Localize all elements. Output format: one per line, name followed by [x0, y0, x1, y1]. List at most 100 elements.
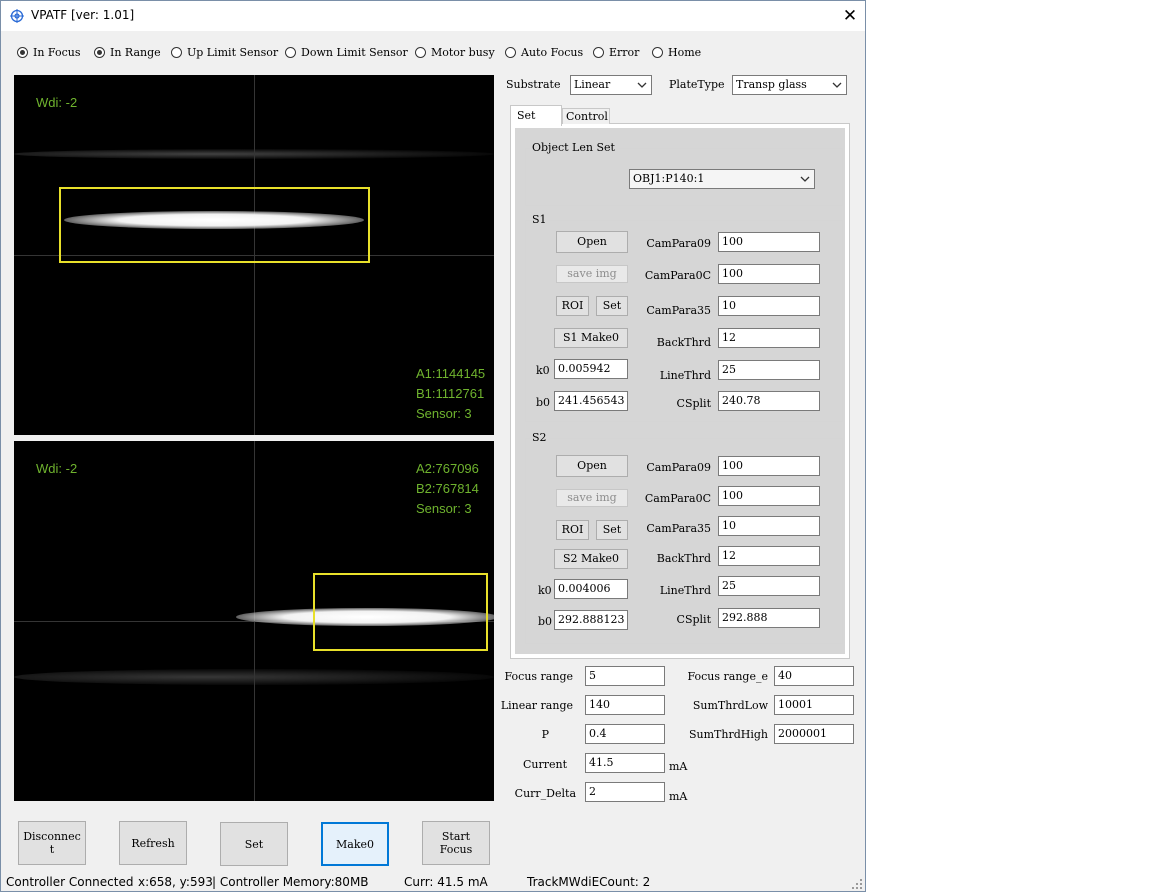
- radio-up-limit-sensor[interactable]: Up Limit Sensor: [171, 44, 278, 60]
- s1-backthrd-input[interactable]: 12: [718, 328, 820, 348]
- s2-title: S2: [530, 431, 549, 444]
- radio-label: Error: [609, 45, 640, 59]
- radio-label: In Range: [110, 45, 161, 59]
- tab-set[interactable]: Set: [510, 105, 562, 126]
- radio-label: Home: [668, 45, 702, 59]
- s1-campara0c-label: CamPara0C: [644, 269, 711, 282]
- radio-error[interactable]: Error: [593, 44, 639, 60]
- platetype-value: Transp glass: [736, 78, 807, 91]
- make0-button[interactable]: Make0: [321, 822, 389, 866]
- current-label: Current: [522, 758, 567, 771]
- disconnect-button[interactable]: Disconnect: [18, 821, 86, 865]
- s1-roi-button[interactable]: ROI: [556, 296, 589, 316]
- platetype-label: PlateType: [669, 78, 725, 91]
- refresh-label: Refresh: [131, 836, 175, 850]
- s2-save-img-button[interactable]: save img: [556, 489, 628, 507]
- set-label: Set: [244, 837, 264, 851]
- radio-in-range[interactable]: In Range: [94, 44, 161, 60]
- radio-home[interactable]: Home: [652, 44, 701, 60]
- s2-backthrd-input[interactable]: 12: [718, 546, 820, 566]
- s1-csplit-label: CSplit: [676, 397, 711, 410]
- focus-range-input[interactable]: 5: [585, 666, 665, 686]
- sumthrdhigh-input[interactable]: 2000001: [774, 724, 854, 744]
- roi-box[interactable]: [59, 187, 370, 263]
- s2-campara0c-input[interactable]: 100: [718, 486, 820, 506]
- s1-csplit-input[interactable]: 240.78: [718, 391, 820, 411]
- substrate-select[interactable]: Linear: [570, 75, 652, 95]
- s1-set-button[interactable]: Set: [596, 296, 628, 316]
- sensor-value: Sensor: 3: [416, 406, 472, 421]
- start-focus-label: Start Focus: [439, 830, 473, 856]
- close-icon[interactable]: ✕: [835, 1, 865, 31]
- camera-view-s1[interactable]: Wdi: -2 A1:1144145 B1:1112761 Sensor: 3: [14, 75, 494, 435]
- linear-range-input[interactable]: 140: [585, 695, 665, 715]
- s2-k0-input[interactable]: 0.004006: [554, 579, 628, 599]
- s1-k0-input[interactable]: 0.005942: [554, 359, 628, 379]
- s1-campara0c-input[interactable]: 100: [718, 264, 820, 284]
- s2-open-button[interactable]: Open: [556, 455, 628, 477]
- platetype-select[interactable]: Transp glass: [732, 75, 847, 95]
- tab-control[interactable]: Control: [562, 108, 610, 124]
- s2-roi-button[interactable]: ROI: [556, 520, 589, 540]
- radio-dot: [285, 46, 296, 58]
- s2-campara35-label: CamPara35: [646, 522, 711, 535]
- chevron-down-icon: [832, 82, 842, 88]
- radio-in-focus[interactable]: In Focus: [17, 44, 80, 60]
- a-value: A1:1144145: [416, 366, 486, 381]
- b-value: B1:1112761: [416, 386, 485, 401]
- s1-b0-label: b0: [536, 396, 551, 409]
- object-len-title: Object Len Set: [530, 141, 617, 154]
- resize-grip-icon[interactable]: [852, 879, 863, 890]
- s1-b0-input[interactable]: 241.456543: [554, 391, 628, 411]
- current-unit: mA: [669, 760, 688, 773]
- radio-label: Up Limit Sensor: [187, 45, 279, 59]
- radio-down-limit-sensor[interactable]: Down Limit Sensor: [285, 44, 408, 60]
- curr-status: Curr: 41.5 mA: [404, 875, 488, 889]
- refresh-button[interactable]: Refresh: [119, 821, 187, 865]
- s2-set-button[interactable]: Set: [596, 520, 628, 540]
- objlen-select[interactable]: OBJ1:P140:1: [629, 169, 815, 189]
- focus-range-e-label: Focus range_e: [687, 670, 768, 683]
- s2-campara0c-label: CamPara0C: [644, 492, 711, 505]
- s2-csplit-label: CSplit: [676, 613, 711, 626]
- chevron-down-icon: [800, 176, 810, 182]
- radio-auto-focus[interactable]: Auto Focus: [505, 44, 583, 60]
- roi-box[interactable]: [313, 573, 488, 651]
- linear-range-label: Linear range: [500, 699, 573, 712]
- s2-b0-input[interactable]: 292.888123: [554, 610, 628, 630]
- sumthrdhigh-label: SumThrdHigh: [688, 728, 768, 741]
- focus-range-e-input[interactable]: 40: [774, 666, 854, 686]
- sumthrdlow-input[interactable]: 10001: [774, 695, 854, 715]
- s2-campara09-input[interactable]: 100: [718, 456, 820, 476]
- camera-view-s2[interactable]: Wdi: -2 A2:767096 B2:767814 Sensor: 3: [14, 441, 494, 801]
- s2-b0-label: b0: [538, 615, 553, 628]
- s1-campara35-input[interactable]: 10: [718, 296, 820, 316]
- radio-label: In Focus: [33, 45, 81, 59]
- sensor-value: Sensor: 3: [416, 501, 472, 516]
- radio-motor-busy[interactable]: Motor busy: [415, 44, 495, 60]
- main-window: VPATF [ver: 1.01] ✕ In Focus In Range Up…: [0, 0, 866, 892]
- controller-memory: | Controller Memory:80MB: [212, 875, 369, 889]
- radio-dot: [17, 46, 28, 58]
- s2-campara35-input[interactable]: 10: [718, 516, 820, 536]
- radio-label: Motor busy: [431, 45, 495, 59]
- current-input[interactable]: 41.5: [585, 753, 665, 773]
- s2-make0-button[interactable]: S2 Make0: [554, 549, 628, 569]
- s1-save-img-button[interactable]: save img: [556, 265, 628, 283]
- wdi-label: Wdi: -2: [36, 95, 78, 110]
- start-focus-button[interactable]: Start Focus: [422, 821, 490, 865]
- s1-backthrd-label: BackThrd: [656, 336, 711, 349]
- s1-campara09-input[interactable]: 100: [718, 232, 820, 252]
- set-button[interactable]: Set: [220, 822, 288, 866]
- s1-make0-button[interactable]: S1 Make0: [554, 328, 628, 348]
- connection-status: Controller Connected: [6, 875, 134, 889]
- s1-linethrd-input[interactable]: 25: [718, 360, 820, 380]
- s1-open-button[interactable]: Open: [556, 231, 628, 253]
- s2-csplit-input[interactable]: 292.888: [718, 608, 820, 628]
- radio-dot: [593, 46, 604, 58]
- s2-linethrd-input[interactable]: 25: [718, 576, 820, 596]
- p-input[interactable]: 0.4: [585, 724, 665, 744]
- curr-delta-input[interactable]: 2: [585, 782, 665, 802]
- disconnect-label: Disconnect: [23, 830, 81, 856]
- tab-panel-content: Object Len Set OBJ1:P140:1 S1 Open save …: [515, 128, 845, 654]
